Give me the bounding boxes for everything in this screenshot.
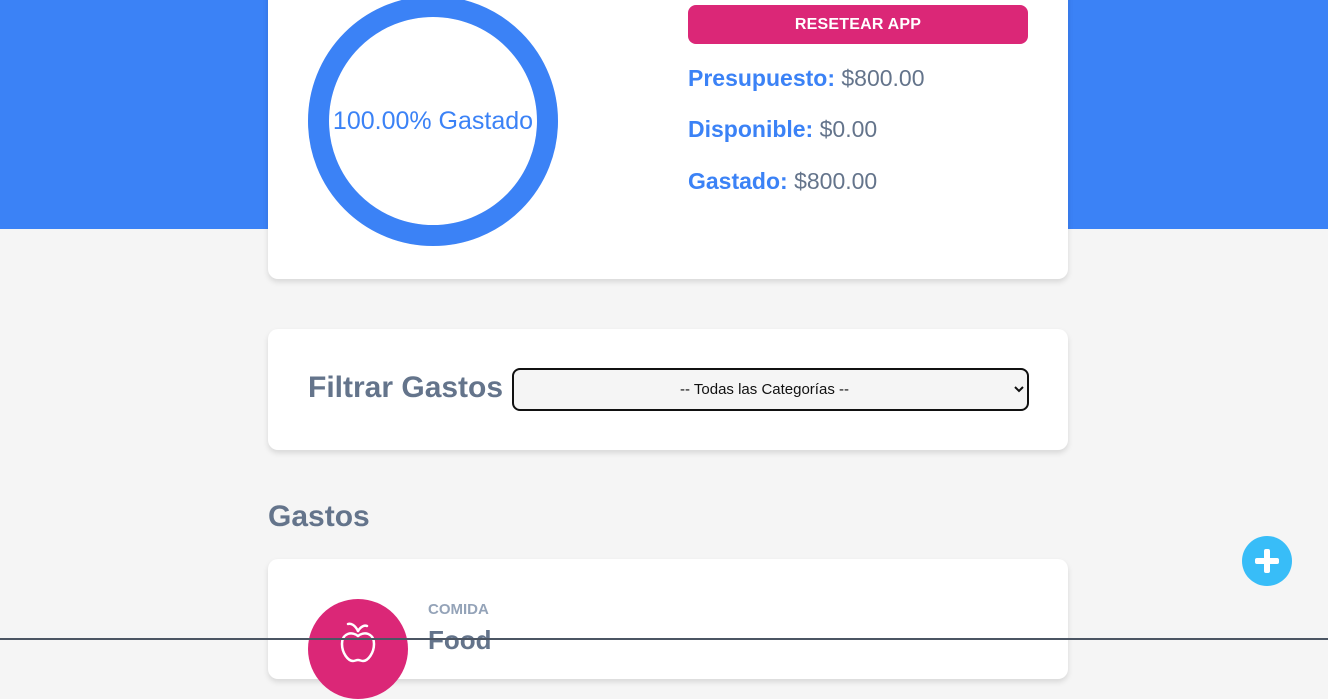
expense-item[interactable]: COMIDA Food [268, 559, 1068, 699]
plus-icon [1255, 549, 1279, 573]
filter-title: Filtrar Gastos [308, 371, 504, 404]
progress-label: 100.00% Gastado [332, 106, 534, 135]
expense-name: Food [428, 625, 492, 655]
budget-progress-ring: 100.00% Gastado [308, 0, 558, 246]
presupuesto-stat: Presupuesto: $800.00 [688, 65, 925, 92]
expenses-section-title: Gastos [268, 500, 370, 533]
disponible-value: $0.00 [819, 116, 878, 142]
budget-card: 100.00% Gastado RESETEAR APP Presupuesto… [268, 0, 1068, 279]
presupuesto-label: Presupuesto: [688, 65, 835, 91]
apple-icon [308, 599, 408, 699]
category-filter-select[interactable]: -- Todas las Categorías -- [512, 368, 1029, 411]
disponible-stat: Disponible: $0.00 [688, 116, 877, 143]
gastado-label: Gastado: [688, 168, 788, 194]
disponible-label: Disponible: [688, 116, 814, 142]
gastado-value: $800.00 [794, 168, 878, 194]
add-expense-button[interactable] [1242, 536, 1292, 586]
presupuesto-value: $800.00 [841, 65, 925, 91]
reset-app-button[interactable]: RESETEAR APP [688, 5, 1028, 44]
filter-card: Filtrar Gastos -- Todas las Categorías -… [268, 329, 1068, 450]
expense-category: COMIDA [428, 601, 489, 618]
gastado-stat: Gastado: $800.00 [688, 168, 877, 195]
